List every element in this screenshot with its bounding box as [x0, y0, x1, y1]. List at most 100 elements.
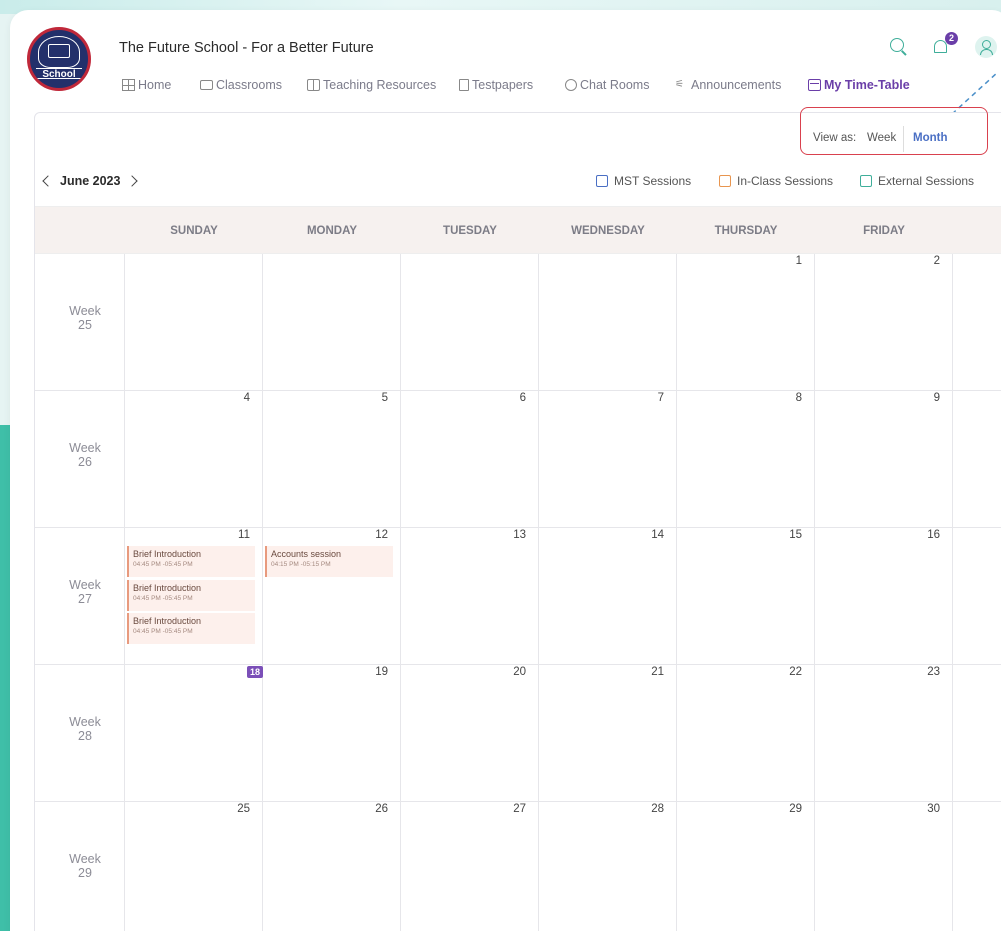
- week-word: Week: [69, 304, 101, 318]
- weekday-monday: MONDAY: [306, 225, 358, 237]
- grid-divider: [400, 254, 401, 931]
- week-number: 29: [78, 866, 92, 880]
- grid-divider: [35, 664, 1001, 665]
- legend-external-sessions: External Sessions: [860, 174, 974, 188]
- nav-item-label: My Time-Table: [824, 78, 910, 92]
- day-cell-number[interactable]: 8: [772, 392, 802, 404]
- week-word: Week: [69, 715, 101, 729]
- grid-divider: [814, 254, 815, 931]
- weekday-sunday: SUNDAY: [170, 225, 218, 237]
- megaphone-icon: ⚟: [675, 79, 684, 90]
- chevron-left-icon[interactable]: [42, 175, 54, 187]
- school-title: The Future School - For a Better Future: [119, 40, 374, 56]
- day-cell-number[interactable]: 15: [772, 529, 802, 541]
- week-number: 27: [78, 592, 92, 606]
- day-cell-number[interactable]: 1: [772, 255, 802, 267]
- legend-swatch-icon: [719, 175, 731, 187]
- weekday-tuesday: TUESDAY: [443, 225, 497, 237]
- legend-swatch-icon: [860, 175, 872, 187]
- nav-item-teaching-resources[interactable]: Teaching Resources: [307, 78, 436, 92]
- nav-item-label: Chat Rooms: [580, 78, 650, 92]
- day-cell-number[interactable]: 5: [358, 392, 388, 404]
- calendar-icon: [808, 79, 821, 91]
- testpaper-icon: [459, 79, 469, 91]
- day-cell-number[interactable]: 12: [358, 529, 388, 541]
- day-cell-number[interactable]: 14: [634, 529, 664, 541]
- day-cell-number[interactable]: 4: [220, 392, 250, 404]
- event-title: Brief Introduction: [133, 549, 202, 559]
- logo-word: School: [36, 68, 82, 80]
- event-time: 04:45 PM -05:45 PM: [133, 595, 193, 602]
- week-label-28: Week 28: [46, 715, 124, 743]
- search-icon[interactable]: [890, 38, 904, 52]
- day-cell-number[interactable]: 20: [496, 666, 526, 678]
- day-cell-number[interactable]: 30: [910, 803, 940, 815]
- grid-divider: [35, 390, 1001, 391]
- day-cell-number[interactable]: 9: [910, 392, 940, 404]
- legend-mst-sessions: MST Sessions: [596, 174, 691, 188]
- month-navigator: June 2023: [42, 174, 139, 188]
- view-as-label: View as:: [813, 132, 857, 144]
- school-logo[interactable]: School: [27, 27, 91, 91]
- notification-badge: 2: [945, 32, 958, 45]
- day-cell-number[interactable]: 21: [634, 666, 664, 678]
- chat-icon: [565, 79, 577, 91]
- nav-item-label: Teaching Resources: [323, 78, 437, 92]
- nav-item-my-time-table[interactable]: My Time-Table: [808, 78, 910, 92]
- event-card[interactable]: Brief Introduction 04:45 PM -05:45 PM: [127, 580, 255, 611]
- event-card[interactable]: Brief Introduction 04:45 PM -05:45 PM: [127, 613, 255, 644]
- weekday-thursday: THURSDAY: [714, 225, 778, 237]
- event-title: Brief Introduction: [133, 583, 202, 593]
- day-cell-number[interactable]: 19: [358, 666, 388, 678]
- weekday-wednesday: WEDNESDAY: [571, 225, 645, 237]
- day-cell-number[interactable]: 29: [772, 803, 802, 815]
- day-cell-number[interactable]: 16: [910, 529, 940, 541]
- day-cell-number[interactable]: 11: [220, 529, 250, 541]
- grid-divider: [952, 254, 953, 931]
- legend-label: In-Class Sessions: [737, 174, 834, 188]
- legend-label: External Sessions: [878, 174, 975, 188]
- week-word: Week: [69, 441, 101, 455]
- legend-swatch-icon: [596, 175, 608, 187]
- nav-item-home[interactable]: Home: [122, 78, 171, 92]
- week-label-29: Week 29: [46, 852, 124, 880]
- view-month-button[interactable]: Month: [913, 132, 947, 144]
- chevron-right-icon[interactable]: [126, 175, 139, 187]
- nav-item-label: Home: [138, 78, 172, 92]
- week-word: Week: [69, 852, 101, 866]
- week-number: 25: [78, 318, 92, 332]
- book-icon: [307, 79, 320, 91]
- day-cell-number[interactable]: 6: [496, 392, 526, 404]
- view-week-button[interactable]: Week: [867, 132, 896, 144]
- event-card[interactable]: Brief Introduction 04:45 PM -05:45 PM: [127, 546, 255, 577]
- logo-book-icon: [48, 44, 70, 58]
- day-cell-number[interactable]: 2: [910, 255, 940, 267]
- day-cell-number[interactable]: 22: [772, 666, 802, 678]
- day-cell-number[interactable]: 27: [496, 803, 526, 815]
- week-number: 28: [78, 729, 92, 743]
- day-cell-number[interactable]: 23: [910, 666, 940, 678]
- nav-item-announcements[interactable]: ⚟ Announcements: [675, 78, 781, 92]
- legend-in-class-sessions: In-Class Sessions: [719, 174, 833, 188]
- legend-label: MST Sessions: [614, 174, 692, 188]
- event-card[interactable]: Accounts session 04:15 PM -05:15 PM: [265, 546, 393, 577]
- today-day-badge[interactable]: 18: [247, 666, 264, 678]
- grid-divider: [676, 254, 677, 931]
- week-number: 26: [78, 455, 92, 469]
- weekday-friday: FRIDAY: [863, 225, 905, 237]
- user-avatar-icon[interactable]: [975, 36, 997, 58]
- grid-divider: [262, 254, 263, 931]
- day-cell-number[interactable]: 28: [634, 803, 664, 815]
- nav-item-label: Testpapers: [472, 78, 534, 92]
- day-cell-number[interactable]: 7: [634, 392, 664, 404]
- day-cell-number[interactable]: 26: [358, 803, 388, 815]
- nav-item-classrooms[interactable]: Classrooms: [200, 78, 282, 92]
- day-cell-number[interactable]: 13: [496, 529, 526, 541]
- nav-item-testpapers[interactable]: Testpapers: [459, 78, 533, 92]
- weekday-header-row: SUNDAY MONDAY TUESDAY WEDNESDAY THURSDAY…: [35, 206, 1001, 254]
- event-time: 04:15 PM -05:15 PM: [271, 561, 331, 568]
- event-time: 04:45 PM -05:45 PM: [133, 628, 193, 635]
- nav-item-chat-rooms[interactable]: Chat Rooms: [565, 78, 649, 92]
- grid-divider: [124, 254, 125, 931]
- day-cell-number[interactable]: 25: [220, 803, 250, 815]
